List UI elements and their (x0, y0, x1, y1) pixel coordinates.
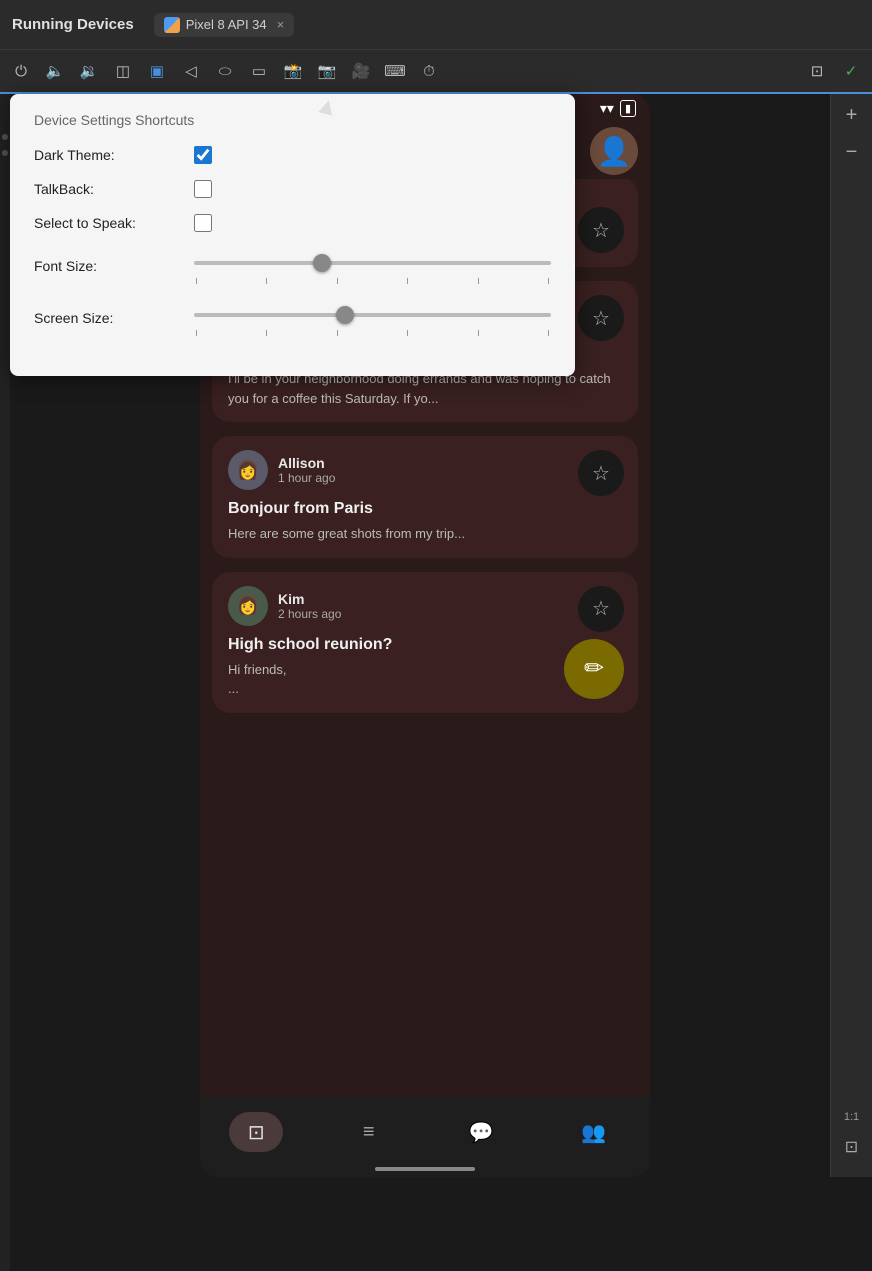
tick (407, 330, 408, 336)
tick (548, 278, 549, 284)
message-card-allison[interactable]: 👩 Allison 1 hour ago ☆ Bonjour from Pari… (212, 436, 638, 558)
select-to-speak-row: Select to Speak: (34, 214, 551, 232)
subject-allison: Bonjour from Paris (228, 500, 622, 518)
avatar-allison: 👩 (228, 450, 268, 490)
screen-size-slider-track (194, 300, 551, 330)
left-dot-1 (2, 134, 8, 140)
body-kim: Hi friends,... (228, 660, 622, 699)
tab-close-button[interactable]: × (277, 17, 285, 32)
nav-people[interactable]: 👥 (567, 1112, 621, 1152)
camera-icon[interactable]: 📷 (316, 60, 338, 82)
left-dot-2 (2, 150, 8, 156)
app-title: Running Devices (12, 16, 134, 33)
tab-device-icon (164, 17, 180, 33)
sender-name-allison: Allison (278, 455, 622, 471)
edit-fab-kim[interactable]: ✏ (564, 639, 624, 699)
video-icon[interactable]: 🎥 (350, 60, 372, 82)
tick (266, 330, 267, 336)
tick (478, 330, 479, 336)
wifi-icon: ▾▾ (600, 100, 614, 117)
tick (196, 278, 197, 284)
talkback-label: TalkBack: (34, 181, 194, 197)
screen-record-icon[interactable]: ⊡ (806, 60, 828, 82)
nav-chat[interactable]: 💬 (454, 1112, 508, 1152)
select-to-speak-label: Select to Speak: (34, 215, 194, 231)
card-meta-kim: Kim 2 hours ago (278, 591, 622, 621)
tick (337, 330, 338, 336)
screen-size-slider[interactable] (194, 313, 551, 317)
card-header-kim: 👩 Kim 2 hours ago ☆ (228, 586, 622, 626)
subject-kim: High school reunion? (228, 636, 622, 654)
toolbar: ⏻ 🔈 🔉 ◫ ▣ ◁ ⬭ ▭ 📸 📷 🎥 ⌨ ⏱ ⊡ ✓ (0, 50, 872, 94)
top-bar: Running Devices Pixel 8 API 34 × (0, 0, 872, 50)
star-fab-ali[interactable]: ☆ (578, 295, 624, 341)
screen-size-slider-container (194, 300, 551, 336)
font-size-slider-track (194, 248, 551, 278)
font-size-slider[interactable] (194, 261, 551, 265)
minus-zoom-button[interactable]: − (846, 141, 858, 164)
screen-size-row: Screen Size: (34, 300, 551, 336)
settings-panel: Device Settings Shortcuts Dark Theme: Ta… (10, 94, 575, 376)
rotate-left-icon[interactable]: ◫ (112, 60, 134, 82)
right-sidebar: + − 1:1 ⊡ (830, 94, 872, 1177)
send-time-allison: 1 hour ago (278, 471, 622, 485)
timer-icon[interactable]: ⏱ (418, 60, 440, 82)
message-card-kim[interactable]: 👩 Kim 2 hours ago ☆ High school reunion?… (212, 572, 638, 713)
sender-name-kim: Kim (278, 591, 622, 607)
add-zoom-button[interactable]: + (846, 104, 858, 127)
phone-bottom-nav: ⊡ ≡ 💬 👥 (200, 1097, 650, 1177)
power-icon[interactable]: ⏻ (10, 60, 32, 82)
send-time-kim: 2 hours ago (278, 607, 622, 621)
fit-screen-icon[interactable]: ⊡ (845, 1137, 858, 1157)
tick (337, 278, 338, 284)
talkback-row: TalkBack: (34, 180, 551, 198)
card-header-allison: 👩 Allison 1 hour ago ☆ (228, 450, 622, 490)
device-tab[interactable]: Pixel 8 API 34 × (154, 13, 295, 37)
screen-size-label: Screen Size: (34, 310, 194, 326)
star-fab-allison[interactable]: ☆ (578, 450, 624, 496)
font-size-row: Font Size: (34, 248, 551, 284)
check-icon[interactable]: ✓ (840, 60, 862, 82)
body-allison: Here are some great shots from my trip..… (228, 524, 622, 544)
avatar-kim: 👩 (228, 586, 268, 626)
dark-theme-row: Dark Theme: (34, 146, 551, 164)
zoom-ratio-label: 1:1 (844, 1111, 859, 1123)
rotate-right-icon[interactable]: ▣ (146, 60, 168, 82)
nav-messages[interactable]: ⊡ (229, 1112, 283, 1152)
select-to-speak-checkbox[interactable] (194, 214, 212, 232)
home-icon[interactable]: ⬭ (214, 60, 236, 82)
tick (266, 278, 267, 284)
star-fab-partial[interactable]: ☆ (578, 207, 624, 253)
tab-label: Pixel 8 API 34 (186, 17, 267, 32)
tick (407, 278, 408, 284)
user-avatar: 👤 (590, 127, 638, 175)
volume-down-icon[interactable]: 🔈 (44, 60, 66, 82)
tick (548, 330, 549, 336)
card-meta-allison: Allison 1 hour ago (278, 455, 622, 485)
battery-icon: ▮ (620, 100, 636, 117)
font-size-label: Font Size: (34, 258, 194, 274)
dark-theme-label: Dark Theme: (34, 147, 194, 163)
dark-theme-checkbox[interactable] (194, 146, 212, 164)
star-fab-kim[interactable]: ☆ (578, 586, 624, 632)
nav-list[interactable]: ≡ (342, 1112, 396, 1152)
volume-up-icon[interactable]: 🔉 (78, 60, 100, 82)
left-strip (0, 94, 10, 1271)
screenshot-icon[interactable]: 📸 (282, 60, 304, 82)
settings-title: Device Settings Shortcuts (34, 112, 551, 128)
talkback-checkbox[interactable] (194, 180, 212, 198)
recents-icon[interactable]: ▭ (248, 60, 270, 82)
home-indicator (375, 1167, 475, 1171)
tick (478, 278, 479, 284)
font-size-slider-container (194, 248, 551, 284)
tick (196, 330, 197, 336)
keyboard-icon[interactable]: ⌨ (384, 60, 406, 82)
back-icon[interactable]: ◁ (180, 60, 202, 82)
